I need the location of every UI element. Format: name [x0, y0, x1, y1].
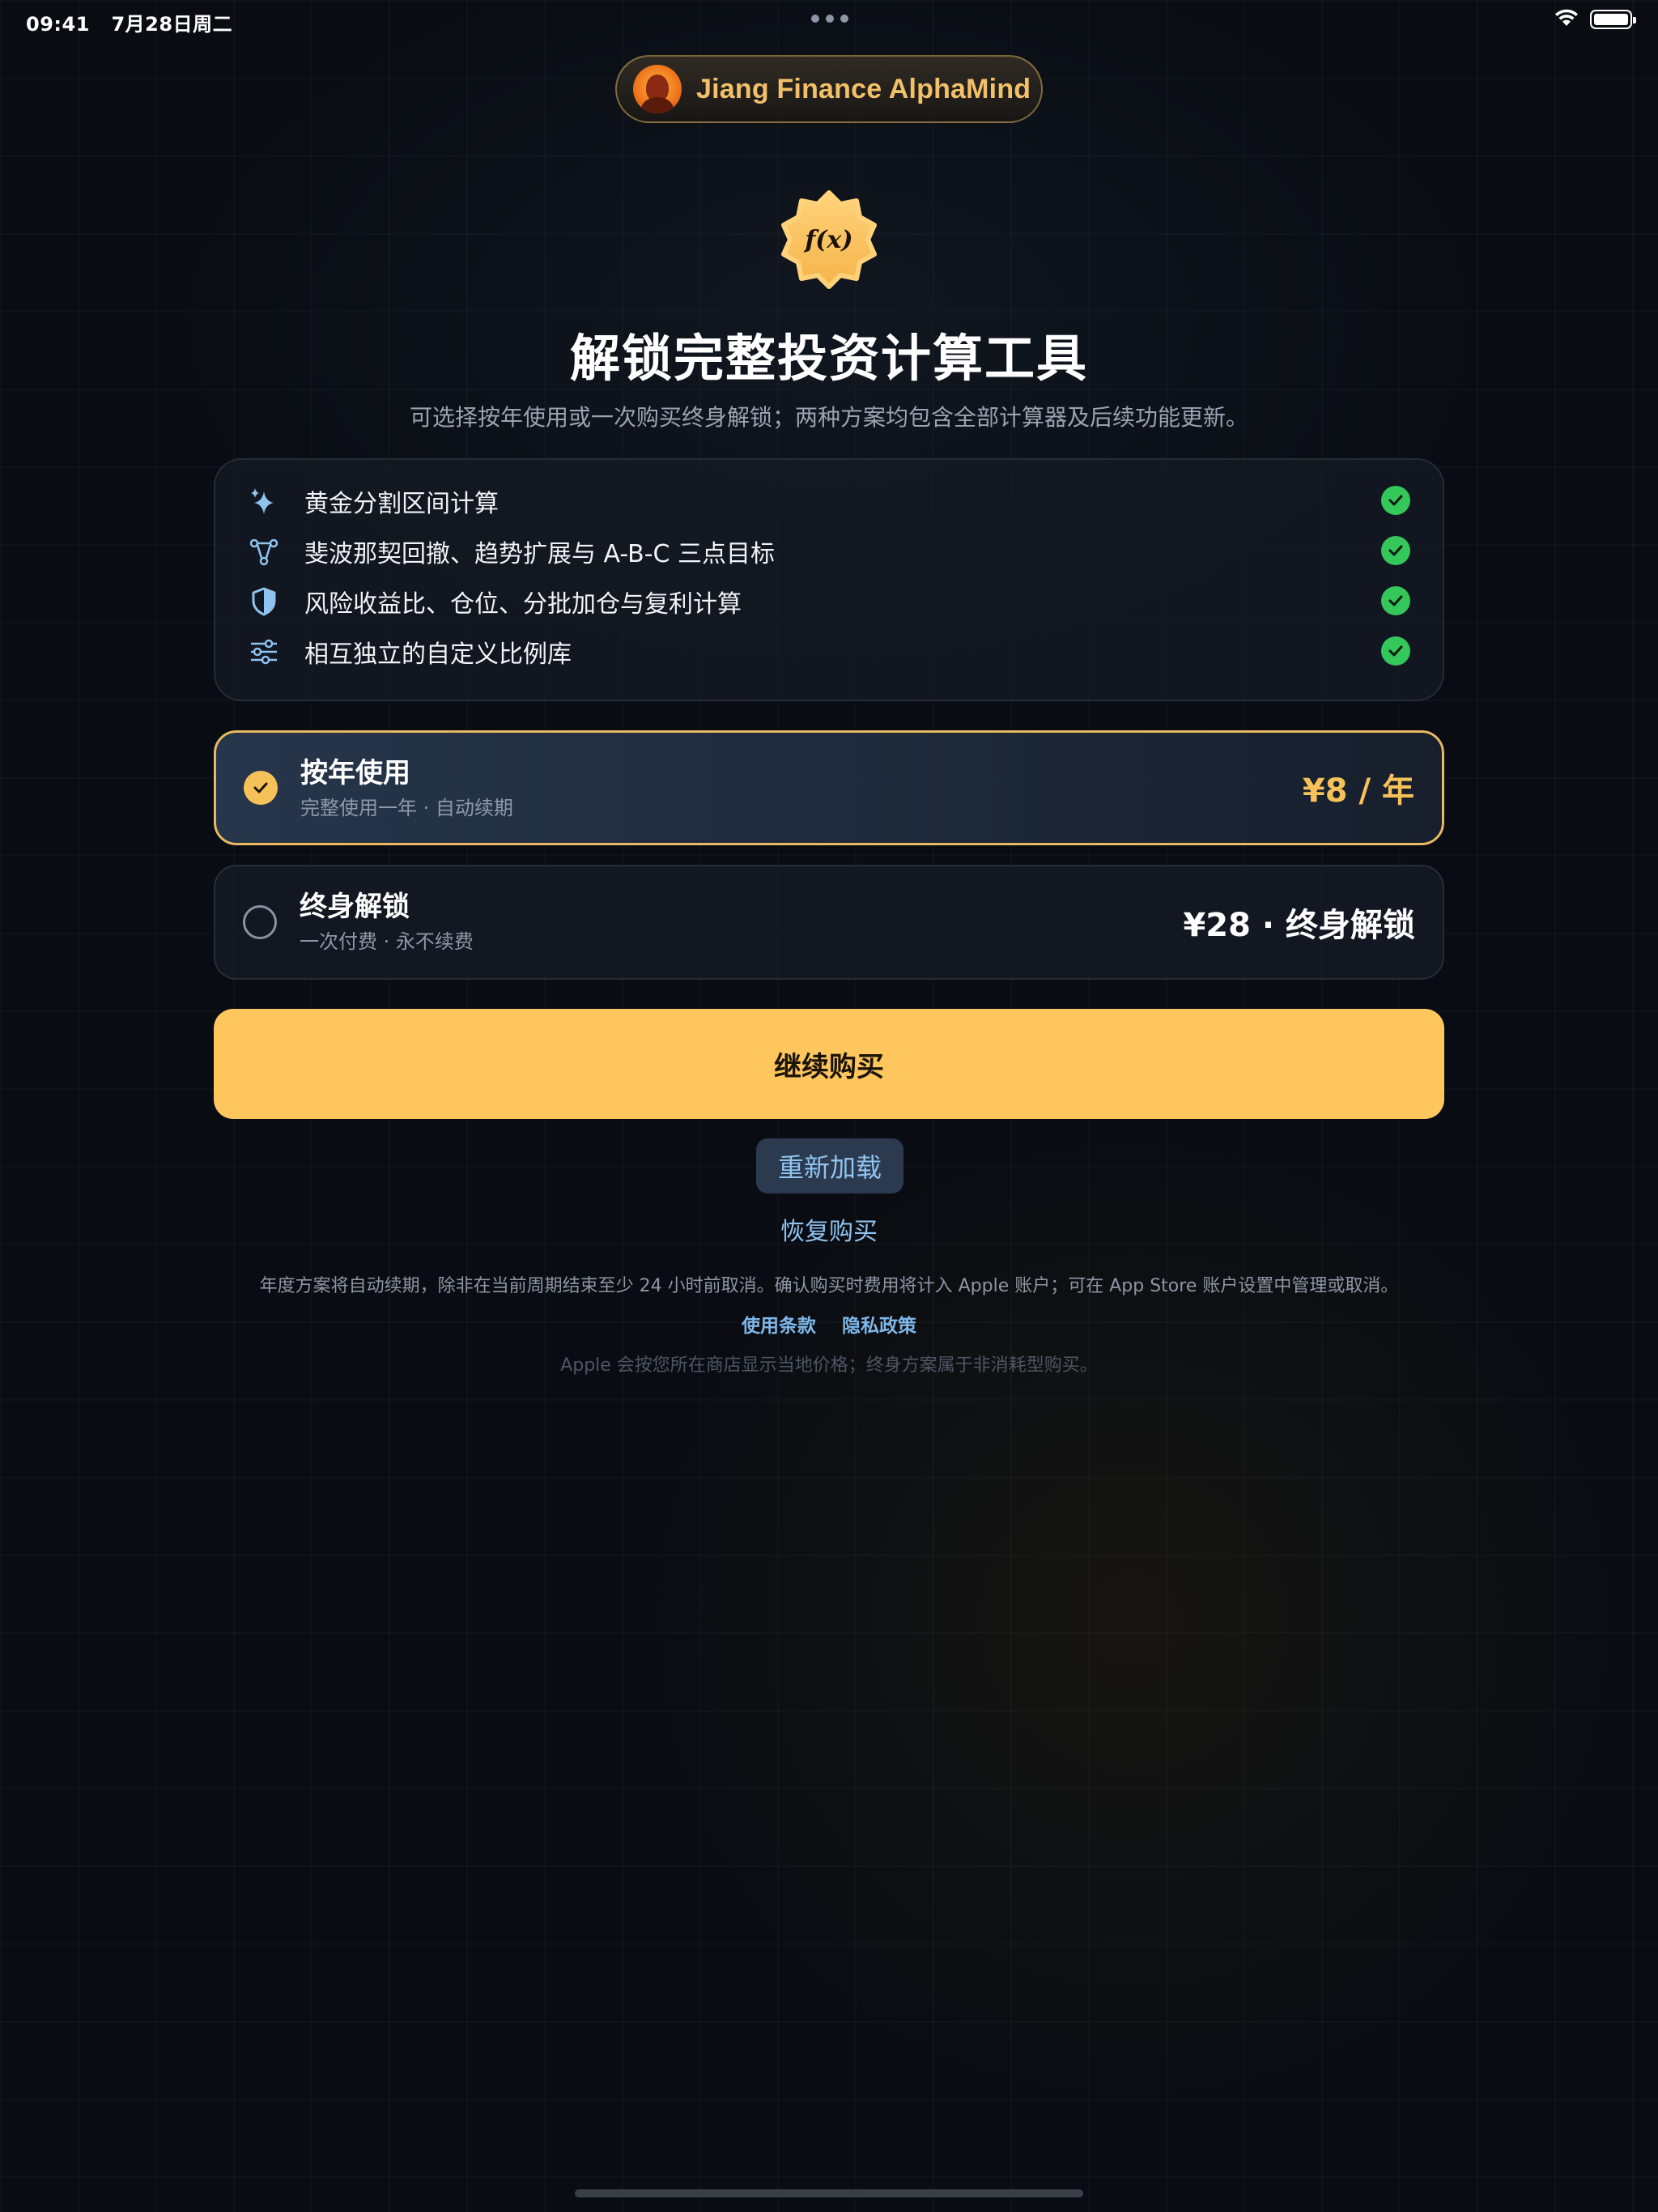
page-subtitle: 可选择按年使用或一次购买终身解锁；两种方案均包含全部计算器及后续功能更新。 — [409, 404, 1248, 431]
page-title: 解锁完整投资计算工具 — [569, 329, 1088, 388]
restore-purchase-button[interactable]: 恢复购买 — [780, 1218, 878, 1246]
sparkles-icon — [248, 485, 280, 517]
status-time: 09:41 — [26, 13, 90, 36]
feature-label: 风险收益比、仓位、分批加仓与复利计算 — [304, 590, 742, 619]
restore-purchase-link: 恢复购买 — [0, 1211, 1658, 1247]
wifi-icon — [1554, 8, 1579, 31]
feature-row: 相互独立的自定义比例库 — [248, 627, 1410, 677]
features-card: 黄金分割区间计算 斐波那契回撤、趋势扩展与 A-B-C 三点目标 风险收益比、仓… — [214, 458, 1444, 701]
feature-label: 相互独立的自定义比例库 — [304, 640, 572, 669]
home-indicator[interactable] — [575, 2189, 1083, 2197]
plan-description: 完整使用一年 · 自动续期 — [300, 797, 513, 819]
sliders-icon — [248, 636, 280, 668]
brand-avatar — [633, 65, 682, 113]
plan-name: 按年使用 — [300, 757, 410, 789]
radio-selected-icon[interactable] — [244, 771, 278, 805]
plan-price: ¥8 / 年 — [1302, 772, 1414, 810]
feature-row: 风险收益比、仓位、分批加仓与复利计算 — [248, 576, 1410, 627]
brand-name: Jiang Finance AlphaMind — [696, 73, 1031, 104]
checkmark-icon — [1381, 486, 1410, 515]
checkmark-icon — [1381, 586, 1410, 615]
legal-text: 年度方案将自动续期，除非在当前周期结束至少 24 小时前取消。确认购买时费用将计… — [259, 1276, 1399, 1296]
plan-price: ¥28 · 终身解锁 — [1183, 907, 1415, 944]
function-badge-icon: f(x) — [779, 189, 879, 290]
status-date: 7月28日周二 — [111, 13, 233, 36]
shield-icon — [248, 585, 280, 618]
plan-option-lifetime[interactable]: 终身解锁 一次付费 · 永不续费 ¥28 · 终身解锁 — [214, 865, 1444, 980]
plan-name: 终身解锁 — [300, 891, 410, 923]
plan-option-yearly[interactable]: 按年使用 完整使用一年 · 自动续期 ¥8 / 年 — [214, 730, 1444, 845]
feature-label: 黄金分割区间计算 — [304, 490, 499, 518]
feature-row: 黄金分割区间计算 — [248, 476, 1410, 526]
status-bar-indicators — [1554, 8, 1636, 31]
radio-unselected-icon[interactable] — [243, 905, 277, 939]
pricing-note: Apple 会按您所在商店显示当地价格；终身方案属于非消耗型购买。 — [560, 1355, 1098, 1376]
reload-button[interactable]: 重新加载 — [756, 1138, 903, 1193]
brand-pill: Jiang Finance AlphaMind — [615, 55, 1043, 123]
feature-row: 斐波那契回撤、趋势扩展与 A-B-C 三点目标 — [248, 526, 1410, 576]
feature-label: 斐波那契回撤、趋势扩展与 A-B-C 三点目标 — [304, 540, 776, 568]
checkmark-icon — [1381, 536, 1410, 565]
privacy-policy-link[interactable]: 隐私政策 — [842, 1310, 916, 1338]
continue-purchase-button[interactable]: 继续购买 — [214, 1009, 1444, 1119]
plan-description: 一次付费 · 永不续费 — [300, 930, 474, 953]
network-nodes-icon — [248, 535, 280, 568]
badge-text: f(x) — [805, 225, 853, 254]
battery-icon — [1590, 10, 1636, 29]
legal-links: 使用条款 隐私政策 — [0, 1310, 1658, 1338]
multitasking-dots-icon[interactable] — [811, 15, 848, 23]
terms-of-use-link[interactable]: 使用条款 — [742, 1310, 816, 1338]
checkmark-icon — [1381, 636, 1410, 666]
status-bar-time: 09:41 7月28日周二 — [26, 8, 232, 36]
